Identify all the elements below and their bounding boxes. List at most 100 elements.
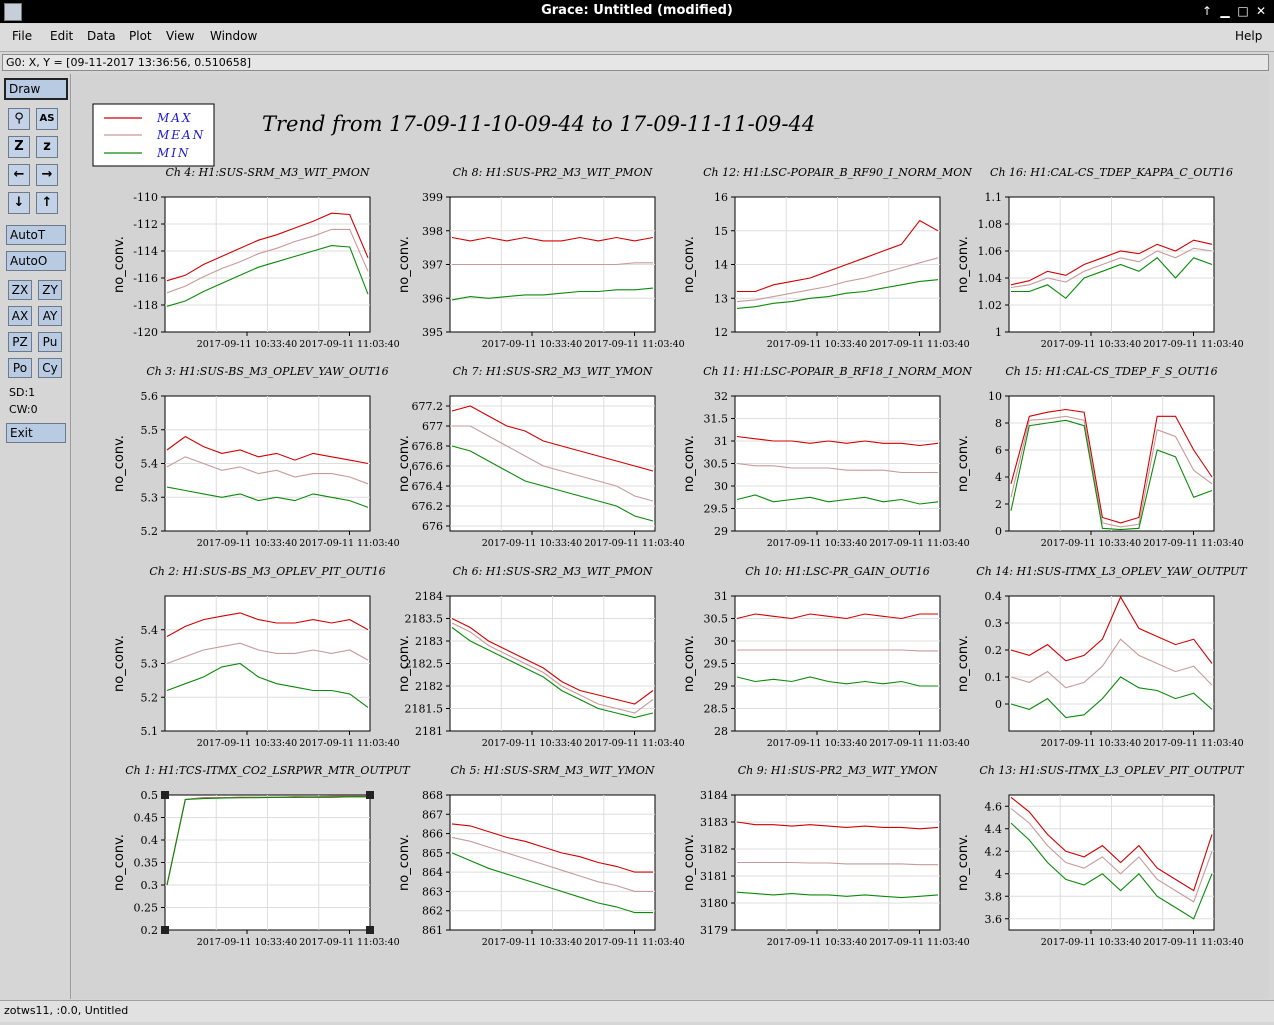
chart-title: Ch 6: H1:SUS-SR2_M3_WIT_PMON <box>453 565 653 578</box>
y-axis-label: no_conv. <box>112 236 127 293</box>
y-axis-label: no_conv. <box>682 834 697 891</box>
x-tick-label: 2017-09-11 11:03:40 <box>1143 538 1243 549</box>
menu-edit[interactable]: Edit <box>50 29 73 43</box>
chart-panel-1[interactable]: Ch 4: H1:SUS-SRM_M3_WIT_PMON -110 -112 -114… <box>112 166 400 350</box>
selection-handle[interactable] <box>366 926 374 934</box>
plot-area[interactable]: MAX MEAN MIN Trend from 17-09-11-10-09-4… <box>72 74 1269 999</box>
draw-button[interactable]: Draw <box>4 78 68 100</box>
y-tick-label: -112 <box>133 218 158 231</box>
arrow-down-icon[interactable]: ↓ <box>8 192 30 214</box>
menu-plot[interactable]: Plot <box>129 29 152 43</box>
chart-panel-5[interactable]: Ch 3: H1:SUS-BS_M3_OPLEV_YAW_OUT16 5.6 5.5… <box>112 365 400 549</box>
chart-panel-15[interactable]: Ch 9: H1:SUS-PR2_M3_WIT_YMON 3184 3183 3182… <box>682 764 970 948</box>
unzoom-z-icon[interactable]: z <box>36 136 58 158</box>
chart-panel-3[interactable]: Ch 12: H1:LSC-POPAIR_B_RF90_I_NORM_MON 16… <box>682 166 972 350</box>
chart-title: Ch 5: H1:SUS-SRM_M3_WIT_YMON <box>451 764 655 777</box>
y-tick-label: 4.4 <box>985 823 1003 836</box>
x-tick-label: 2017-09-11 11:03:40 <box>299 339 399 350</box>
y-tick-label: 2184 <box>415 590 443 603</box>
y-tick-label: 866 <box>422 828 443 841</box>
y-tick-label: 13 <box>714 292 728 305</box>
x-tick-label: 2017-09-11 10:33:40 <box>767 339 867 350</box>
maximize-icon[interactable]: □ <box>1235 3 1251 19</box>
autoo-button[interactable]: AutoO <box>6 251 66 271</box>
y-tick-label: 3183 <box>700 816 728 829</box>
chart-panel-16[interactable]: Ch 13: H1:SUS-ITMX_L3_OPLEV_PIT_OUTPUT 4.… <box>956 764 1245 948</box>
selection-handle[interactable] <box>161 926 169 934</box>
ay-button[interactable]: AY <box>38 306 62 326</box>
y-tick-label: 676.2 <box>412 500 444 513</box>
x-tick-label: 2017-09-11 11:03:40 <box>869 738 969 749</box>
y-axis-label: no_conv. <box>397 834 412 891</box>
exit-button[interactable]: Exit <box>6 423 66 443</box>
chart-panel-7[interactable]: Ch 11: H1:LSC-POPAIR_B_RF18_I_NORM_MON 32… <box>682 365 972 549</box>
x-tick-label: 2017-09-11 11:03:40 <box>584 538 684 549</box>
y-axis-label: no_conv. <box>397 635 412 692</box>
chart-title: Ch 16: H1:CAL-CS_TDEP_KAPPA_C_OUT16 <box>990 166 1233 179</box>
autot-button[interactable]: AutoT <box>6 225 66 245</box>
chart-panel-12[interactable]: Ch 14: H1:SUS-ITMX_L3_OPLEV_YAW_OUTPUT 0.… <box>956 565 1248 749</box>
arrow-left-icon[interactable]: ← <box>8 164 30 186</box>
always-on-top-icon[interactable]: ↑ <box>1199 3 1215 19</box>
menu-file[interactable]: File <box>12 29 32 43</box>
chart-panel-14[interactable]: Ch 5: H1:SUS-SRM_M3_WIT_YMON 868 867 866 865… <box>397 764 685 948</box>
y-axis-label: no_conv. <box>956 435 971 492</box>
chart-panel-13[interactable]: Ch 1: H1:TCS-ITMX_CO2_LSRPWR_MTR_OUTPUT 0… <box>112 764 411 948</box>
y-tick-label: 867 <box>422 808 443 821</box>
ax-button[interactable]: AX <box>8 306 32 326</box>
menu-bar: File Edit Data Plot View Window Help <box>0 24 1274 52</box>
arrow-right-icon[interactable]: → <box>36 164 58 186</box>
autoscale-icon[interactable]: AS <box>36 108 58 130</box>
x-tick-label: 2017-09-11 10:33:40 <box>767 538 867 549</box>
menu-window[interactable]: Window <box>210 29 257 43</box>
po-button[interactable]: Po <box>8 358 32 378</box>
chart-title: Ch 11: H1:LSC-POPAIR_B_RF18_I_NORM_MON <box>703 365 972 378</box>
y-tick-label: -116 <box>133 272 158 285</box>
x-tick-label: 2017-09-11 11:03:40 <box>869 538 969 549</box>
chart-panel-10[interactable]: Ch 6: H1:SUS-SR2_M3_WIT_PMON 2184 2183.5 21… <box>397 565 685 749</box>
minimize-icon[interactable]: ▁ <box>1217 3 1233 19</box>
y-tick-label: 16 <box>714 191 728 204</box>
selection-handle[interactable] <box>366 791 374 799</box>
y-tick-label: 395 <box>422 326 443 339</box>
y-tick-label: 2181.5 <box>405 703 444 716</box>
y-tick-label: 29 <box>714 525 728 538</box>
menu-data[interactable]: Data <box>87 29 116 43</box>
y-axis-label: no_conv. <box>956 635 971 692</box>
close-icon[interactable]: ✕ <box>1253 3 1269 19</box>
y-tick-label: 398 <box>422 225 443 238</box>
arrow-up-icon[interactable]: ↑ <box>36 192 58 214</box>
chart-panel-6[interactable]: Ch 7: H1:SUS-SR2_M3_WIT_YMON 677.2 677 676.… <box>397 365 685 549</box>
y-tick-label: 29.5 <box>704 503 729 516</box>
chart-panel-8[interactable]: Ch 15: H1:CAL-CS_TDEP_F_S_OUT1610 8 6 4 2 0 20… <box>956 365 1244 549</box>
zy-button[interactable]: ZY <box>38 280 62 300</box>
pu-button[interactable]: Pu <box>38 332 62 352</box>
y-tick-label: 5.4 <box>141 624 159 637</box>
chart-panel-9[interactable]: Ch 2: H1:SUS-BS_M3_OPLEV_PIT_OUT16 5.4 5.3… <box>112 565 400 749</box>
y-tick-label: 29.5 <box>704 658 729 671</box>
menu-help[interactable]: Help <box>1235 29 1262 43</box>
y-axis-label: no_conv. <box>956 236 971 293</box>
zoom-icon[interactable]: ⚲ <box>8 108 30 130</box>
y-tick-label: 397 <box>422 259 443 272</box>
cy-button[interactable]: Cy <box>38 358 62 378</box>
y-tick-label: 3.6 <box>985 913 1003 926</box>
pz-button[interactable]: PZ <box>8 332 32 352</box>
chart-panel-4[interactable]: Ch 16: H1:CAL-CS_TDEP_KAPPA_C_OUT16 1.1 1.… <box>956 166 1244 350</box>
y-tick-label: 29 <box>714 680 728 693</box>
chart-panel-11[interactable]: Ch 10: H1:LSC-PR_GAIN_OUT16 31 30.5 30 29.5 2… <box>682 565 970 749</box>
zx-button[interactable]: ZX <box>8 280 32 300</box>
selection-handle[interactable] <box>161 791 169 799</box>
plot-canvas[interactable]: MAX MEAN MIN Trend from 17-09-11-10-09-4… <box>72 74 1269 999</box>
zoom-z-icon[interactable]: Z <box>8 136 30 158</box>
y-tick-label: 4 <box>995 471 1002 484</box>
y-axis-label: no_conv. <box>112 435 127 492</box>
y-tick-label: 0.3 <box>985 617 1003 630</box>
menu-view[interactable]: View <box>166 29 194 43</box>
chart-panel-2[interactable]: Ch 8: H1:SUS-PR2_M3_WIT_PMON 399 398 397 396… <box>397 166 685 350</box>
y-tick-label: 676.8 <box>412 440 444 453</box>
y-tick-label: 4.6 <box>985 800 1003 813</box>
x-tick-label: 2017-09-11 10:33:40 <box>482 738 582 749</box>
x-tick-label: 2017-09-11 10:33:40 <box>1041 538 1141 549</box>
y-tick-label: 2181 <box>415 725 443 738</box>
